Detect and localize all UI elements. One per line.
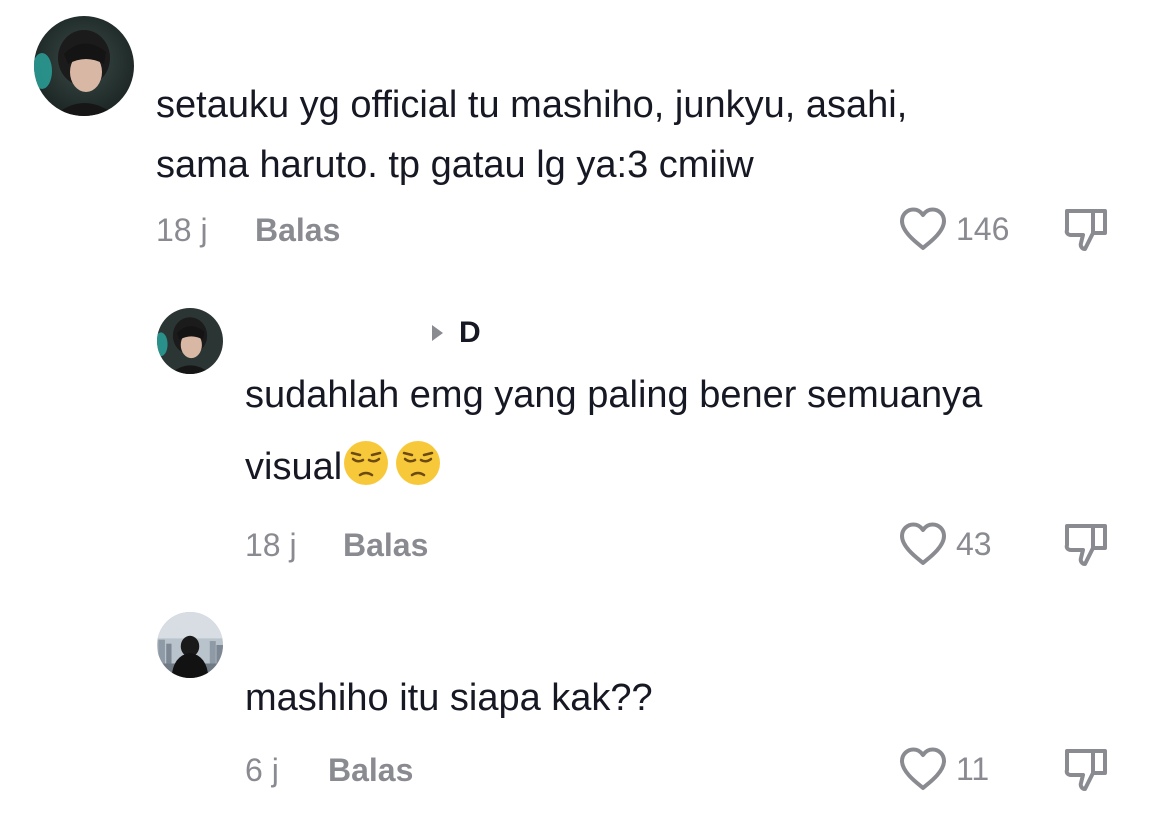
comment-timestamp: 18 j	[156, 212, 208, 248]
comment-timestamp: 18 j	[245, 527, 297, 563]
comment-text-line-with-emoji: visual	[245, 437, 982, 497]
reply-button[interactable]: Balas	[343, 527, 428, 564]
like-button[interactable]: 11	[898, 746, 989, 792]
pensive-face-emoji-icon	[344, 441, 389, 485]
thumbs-down-icon	[1064, 749, 1107, 791]
dislike-button[interactable]	[1063, 207, 1111, 258]
comment-text-line: sama haruto. tp gatau lg ya:3 cmiiw	[156, 144, 754, 186]
thumbs-down-icon	[1064, 209, 1107, 251]
caret-right-icon	[432, 325, 443, 341]
like-count: 146	[956, 210, 1010, 247]
heart-outline-icon	[900, 747, 946, 790]
user-avatar-photo-city-icon	[157, 612, 223, 678]
dislike-button[interactable]	[1063, 747, 1111, 798]
user-avatar-photo-icon	[157, 308, 223, 374]
like-count: 43	[956, 525, 992, 562]
reply-button[interactable]: Balas	[255, 212, 340, 249]
reply-to-indicator: D	[432, 316, 481, 350]
heart-outline-icon	[900, 207, 946, 250]
avatar[interactable]	[34, 16, 134, 116]
comment-timestamp: 6 j	[245, 752, 279, 788]
user-avatar-photo-icon	[34, 16, 134, 116]
comment-text: mashiho itu siapa kak??	[245, 668, 653, 728]
pensive-face-emoji-icon	[396, 441, 441, 485]
like-button[interactable]: 146	[898, 206, 1009, 252]
comment-text-line: setauku yg official tu mashiho, junkyu, …	[156, 84, 908, 126]
reply-button[interactable]: Balas	[328, 752, 413, 789]
thumbs-down-icon	[1064, 524, 1107, 566]
comment-text-line: sudahlah emg yang paling bener semuanya	[245, 374, 983, 416]
reply-to-username[interactable]: D	[459, 316, 481, 350]
comment-text-line: visual	[245, 446, 343, 488]
heart-outline-icon	[900, 522, 946, 565]
comment-text-line: mashiho itu siapa kak??	[245, 677, 653, 719]
dislike-button[interactable]	[1063, 522, 1111, 573]
comment-text: setauku yg official tu mashiho, junkyu, …	[156, 75, 907, 195]
avatar[interactable]	[157, 308, 223, 374]
avatar[interactable]	[157, 612, 223, 678]
like-count: 11	[956, 750, 990, 787]
comment-text: sudahlah emg yang paling bener semuanya …	[245, 365, 982, 497]
like-button[interactable]: 43	[898, 521, 992, 567]
